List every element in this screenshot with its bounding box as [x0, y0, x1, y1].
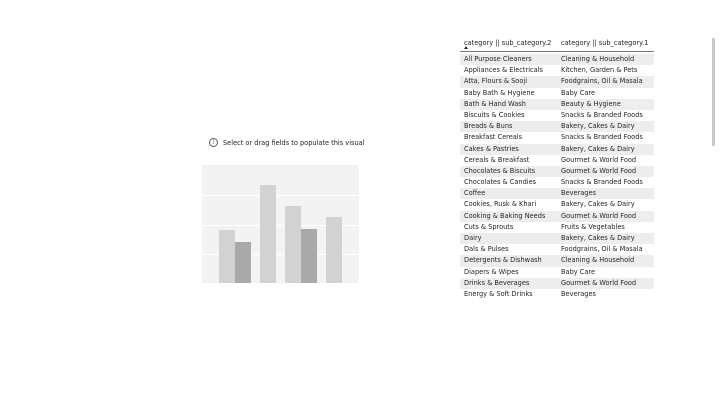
table-row[interactable]: Appliances & Electricals Kitchen, Garden … [460, 65, 654, 76]
table-row[interactable]: Breakfast Cereals Snacks & Branded Foods [460, 132, 654, 143]
cell-sub-category-2: Appliances & Electricals [464, 66, 543, 75]
table-row[interactable]: All Purpose Cleaners Cleaning & Household [460, 54, 654, 66]
cell-sub-category-2: Dals & Pulses [464, 245, 509, 254]
cell-sub-category-1: Cleaning & Household [561, 256, 635, 265]
cell-sub-category-2: Baby Bath & Hygiene [464, 88, 535, 97]
cell-sub-category-1: Gourmet & World Food [561, 278, 637, 287]
table-row[interactable]: Energy & Soft Drinks Beverages [460, 289, 654, 300]
cell-sub-category-2: Breads & Buns [464, 122, 513, 131]
placeholder-hint-text: Select or drag fields to populate this v… [223, 138, 365, 147]
ghost-bar [301, 229, 317, 283]
table-row[interactable]: Dals & Pulses Foodgrains, Oil & Masala [460, 244, 654, 255]
ghost-bar [285, 206, 301, 283]
table-row[interactable]: Drinks & Beverages Gourmet & World Food [460, 277, 654, 289]
cell-sub-category-1: Kitchen, Garden & Pets [561, 66, 638, 75]
table-row[interactable]: Cakes & Pastries Bakery, Cakes & Dairy [460, 143, 654, 155]
table-row[interactable]: Atta, Flours & Sooji Foodgrains, Oil & Ma… [460, 76, 654, 88]
table-body: All Purpose Cleaners Cleaning & Household… [460, 52, 654, 300]
cell-sub-category-2: Diapers & Wipes [464, 267, 519, 276]
cell-sub-category-2: Chocolates & Biscuits [464, 166, 536, 175]
cell-sub-category-1: Cleaning & Household [561, 55, 635, 63]
table-visual[interactable]: category || sub_category.2 category || s… [460, 36, 654, 300]
cell-sub-category-2: Cakes & Pastries [464, 144, 519, 153]
cell-sub-category-1: Bakery, Cakes & Dairy [561, 200, 635, 209]
cell-sub-category-2: Bath & Hand Wash [464, 99, 526, 108]
table-row[interactable]: Cooking & Baking Needs Gourmet & World Fo… [460, 210, 654, 222]
cell-sub-category-1: Beauty & Hygiene [561, 99, 621, 108]
table-row[interactable]: Diapers & Wipes Baby Care [460, 267, 654, 278]
table-row[interactable]: Coffee Beverages [460, 188, 654, 200]
ghost-chart-illustration [202, 165, 359, 283]
cell-sub-category-1: Gourmet & World Food [561, 211, 637, 220]
cell-sub-category-1: Baby Care [561, 88, 596, 97]
table-row[interactable]: Chocolates & Candies Snacks & Branded Foo… [460, 177, 654, 188]
cell-sub-category-2: Breakfast Cereals [464, 133, 523, 142]
cell-sub-category-1: Foodgrains, Oil & Masala [561, 77, 643, 86]
sort-ascending-icon [464, 46, 468, 49]
cell-sub-category-1: Snacks & Branded Foods [561, 178, 643, 187]
cell-sub-category-1: Beverages [561, 289, 596, 298]
cell-sub-category-2: Cuts & Sprouts [464, 222, 514, 231]
cell-sub-category-2: Chocolates & Candies [464, 178, 537, 187]
table-row[interactable]: Breads & Buns Bakery, Cakes & Dairy [460, 121, 654, 133]
cell-sub-category-1: Baby Care [561, 267, 596, 276]
table-row[interactable]: Detergents & Dishwash Cleaning & Househol… [460, 255, 654, 267]
table-row[interactable]: Cuts & Sprouts Fruits & Vegetables [460, 222, 654, 233]
cell-sub-category-2: Biscuits & Cookies [464, 110, 525, 119]
table-row[interactable]: Cereals & Breakfast Gourmet & World Food [460, 155, 654, 166]
cell-sub-category-1: Beverages [561, 189, 596, 198]
cell-sub-category-2: Cooking & Baking Needs [464, 211, 546, 220]
table-row[interactable]: Biscuits & Cookies Snacks & Branded Foods [460, 110, 654, 121]
cell-sub-category-1: Bakery, Cakes & Dairy [561, 144, 635, 153]
empty-visual-placeholder[interactable]: i Select or drag fields to populate this… [200, 134, 370, 294]
cell-sub-category-1: Gourmet & World Food [561, 155, 637, 164]
table-row[interactable]: Chocolates & Biscuits Gourmet & World Foo… [460, 165, 654, 178]
cell-sub-category-2: Cereals & Breakfast [464, 155, 530, 164]
table-header: category || sub_category.2 category || s… [460, 36, 654, 52]
cell-sub-category-1: Gourmet & World Food [561, 166, 637, 175]
ghost-gridline [202, 195, 359, 196]
cell-sub-category-1: Fruits & Vegetables [561, 222, 625, 231]
info-icon: i [209, 138, 218, 147]
ghost-bar [260, 185, 276, 283]
ghost-bar [235, 242, 251, 283]
cell-sub-category-1: Foodgrains, Oil & Masala [561, 245, 643, 254]
ghost-bar [326, 217, 342, 283]
placeholder-hint: i Select or drag fields to populate this… [209, 138, 365, 147]
table-row[interactable]: Bath & Hand Wash Beauty & Hygiene [460, 98, 654, 110]
table-row[interactable]: Dairy Bakery, Cakes & Dairy [460, 233, 654, 245]
cell-sub-category-2: Drinks & Beverages [464, 278, 530, 287]
cell-sub-category-2: Cookies, Rusk & Khari [464, 200, 537, 209]
cell-sub-category-2: Detergents & Dishwash [464, 256, 542, 265]
table-row[interactable]: Baby Bath & Hygiene Baby Care [460, 88, 654, 99]
cell-sub-category-1: Bakery, Cakes & Dairy [561, 122, 635, 131]
cell-sub-category-2: All Purpose Cleaners [464, 55, 532, 63]
cell-sub-category-2: Atta, Flours & Sooji [464, 77, 528, 86]
cell-sub-category-2: Coffee [464, 189, 486, 198]
cell-sub-category-2: Dairy [464, 234, 482, 242]
report-canvas: i Select or drag fields to populate this… [0, 0, 720, 411]
column-header-sub-category-2[interactable]: category || sub_category.2 [460, 36, 557, 51]
cell-sub-category-1: Snacks & Branded Foods [561, 133, 643, 142]
cell-sub-category-2: Energy & Soft Drinks [464, 289, 533, 298]
ghost-bar [219, 230, 235, 283]
cell-sub-category-1: Bakery, Cakes & Dairy [561, 234, 635, 242]
vertical-scrollbar[interactable] [712, 38, 715, 146]
cell-sub-category-1: Snacks & Branded Foods [561, 110, 643, 119]
table-row[interactable]: Cookies, Rusk & Khari Bakery, Cakes & Dai… [460, 199, 654, 210]
column-header-sub-category-1[interactable]: category || sub_category.1 [557, 36, 654, 51]
